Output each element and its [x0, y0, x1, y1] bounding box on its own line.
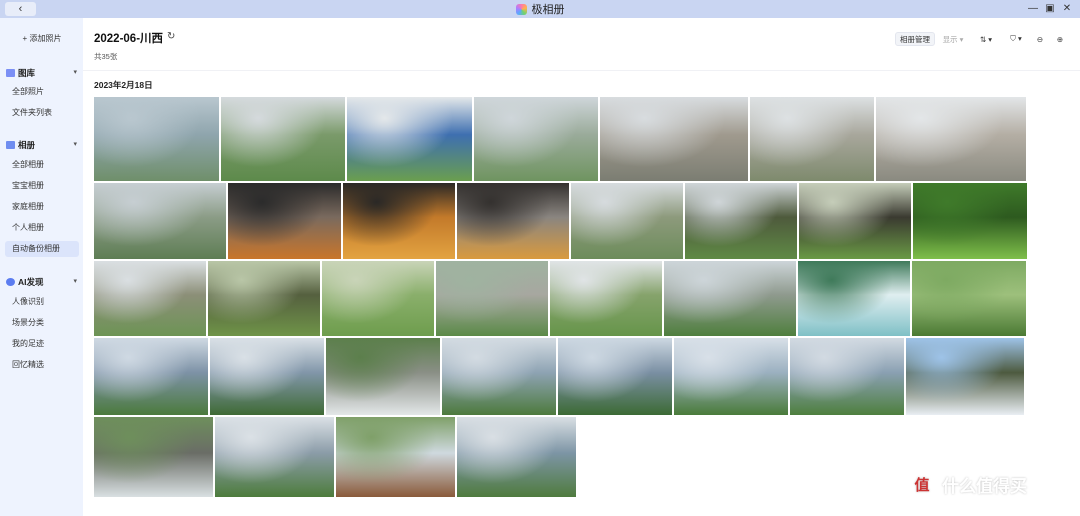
photo-thumbnail[interactable]: [550, 261, 662, 336]
zoom-in-icon[interactable]: ⊕: [1053, 32, 1067, 46]
sidebar-item-portrait[interactable]: 人像识别: [5, 294, 79, 310]
sidebar-item-personal-album[interactable]: 个人相册: [5, 220, 79, 236]
photo-thumbnail[interactable]: [215, 417, 334, 497]
photo-thumbnail[interactable]: [558, 338, 672, 415]
photo-thumbnail[interactable]: [94, 417, 213, 497]
album-title: 2022-06-川西: [94, 33, 164, 45]
photo-thumbnail[interactable]: [913, 183, 1027, 259]
chevron-down-icon: ▾: [73, 69, 77, 76]
refresh-icon[interactable]: ↻: [167, 31, 175, 42]
sidebar-item-auto-backup-album[interactable]: 自动备份相册: [5, 241, 79, 257]
photo-thumbnail[interactable]: [436, 261, 548, 336]
photo-thumbnail[interactable]: [336, 417, 455, 497]
photo-thumbnail[interactable]: [798, 261, 910, 336]
photo-thumbnail[interactable]: [906, 338, 1024, 415]
album-icon: [6, 141, 15, 149]
photo-thumbnail[interactable]: [457, 417, 576, 497]
photo-thumbnail[interactable]: [94, 261, 206, 336]
photo-count: 共35张: [94, 52, 118, 61]
photo-thumbnail[interactable]: [799, 183, 911, 259]
ai-icon: [6, 278, 15, 286]
photo-thumbnail[interactable]: [442, 338, 556, 415]
sort-dropdown[interactable]: ⇅ ▾: [973, 32, 999, 46]
chevron-down-icon: ▾: [73, 278, 77, 285]
sidebar-item-footprint[interactable]: 我的足迹: [5, 336, 79, 352]
minimize-button[interactable]: —: [1026, 1, 1040, 17]
section-ai-title: AI发现: [18, 277, 44, 287]
watermark: 值 什么值得买: [908, 470, 1027, 498]
app-title: 极相册: [0, 0, 1080, 18]
album-manage-button[interactable]: 相册管理: [895, 32, 935, 46]
photo-thumbnail[interactable]: [664, 261, 796, 336]
display-dropdown[interactable]: 显示 ▾: [939, 32, 967, 46]
photo-thumbnail[interactable]: [457, 183, 569, 259]
chevron-down-icon: ▾: [73, 141, 77, 148]
photo-thumbnail[interactable]: [228, 183, 341, 259]
main-content: 2022-06-川西 ↻ 共35张 相册管理 显示 ▾ ⇅ ▾ ⛉ ▾ ⊖ ⊕ …: [83, 18, 1080, 516]
section-library[interactable]: 图库 ▾: [6, 66, 80, 80]
zoom-out-icon[interactable]: ⊖: [1033, 32, 1047, 46]
sidebar-item-scene[interactable]: 场景分类: [5, 315, 79, 331]
watermark-logo-icon: 值: [908, 470, 936, 498]
photo-thumbnail[interactable]: [343, 183, 455, 259]
photo-thumbnail[interactable]: [685, 183, 797, 259]
sidebar-item-folders[interactable]: 文件夹列表: [5, 105, 79, 121]
section-albums-title: 相册: [18, 140, 36, 150]
sidebar: + 添加照片 图库 ▾ 全部照片 文件夹列表 相册 ▾ 全部相册 宝宝相册 家庭…: [0, 18, 83, 516]
sidebar-item-baby-album[interactable]: 宝宝相册: [5, 178, 79, 194]
section-albums[interactable]: 相册 ▾: [6, 138, 80, 152]
sidebar-item-all-photos[interactable]: 全部照片: [5, 84, 79, 100]
photo-thumbnail[interactable]: [912, 261, 1026, 336]
section-ai[interactable]: AI发现 ▾: [6, 275, 80, 289]
close-button[interactable]: ✕: [1060, 1, 1074, 17]
photo-thumbnail[interactable]: [94, 338, 208, 415]
photo-thumbnail[interactable]: [94, 183, 226, 259]
section-library-title: 图库: [18, 68, 36, 78]
sidebar-item-all-albums[interactable]: 全部相册: [5, 157, 79, 173]
photo-thumbnail[interactable]: [571, 183, 683, 259]
restore-button[interactable]: ▣: [1043, 1, 1057, 17]
photo-thumbnail[interactable]: [474, 97, 598, 181]
photo-thumbnail[interactable]: [322, 261, 434, 336]
photo-thumbnail[interactable]: [94, 97, 219, 181]
sidebar-item-memories[interactable]: 回忆精选: [5, 357, 79, 373]
photo-thumbnail[interactable]: [326, 338, 440, 415]
photo-thumbnail[interactable]: [600, 97, 748, 181]
app-logo-icon: [515, 3, 527, 15]
photo-thumbnail[interactable]: [221, 97, 345, 181]
add-photo-button[interactable]: + 添加照片: [8, 30, 76, 46]
watermark-text: 什么值得买: [942, 476, 1027, 496]
photo-thumbnail[interactable]: [750, 97, 874, 181]
photo-thumbnail[interactable]: [790, 338, 904, 415]
header-divider: [83, 70, 1080, 71]
photo-thumbnail[interactable]: [208, 261, 320, 336]
filter-dropdown[interactable]: ⛉ ▾: [1003, 32, 1029, 46]
photo-thumbnail[interactable]: [876, 97, 1026, 181]
sidebar-item-family-album[interactable]: 家庭相册: [5, 199, 79, 215]
title-bar: ‹ 极相册 — ▣ ✕: [0, 0, 1080, 18]
photo-thumbnail[interactable]: [347, 97, 472, 181]
app-title-text: 极相册: [531, 4, 565, 16]
photo-thumbnail[interactable]: [674, 338, 788, 415]
photo-thumbnail[interactable]: [210, 338, 324, 415]
date-group-label: 2023年2月18日: [94, 80, 153, 90]
library-icon: [6, 69, 15, 77]
